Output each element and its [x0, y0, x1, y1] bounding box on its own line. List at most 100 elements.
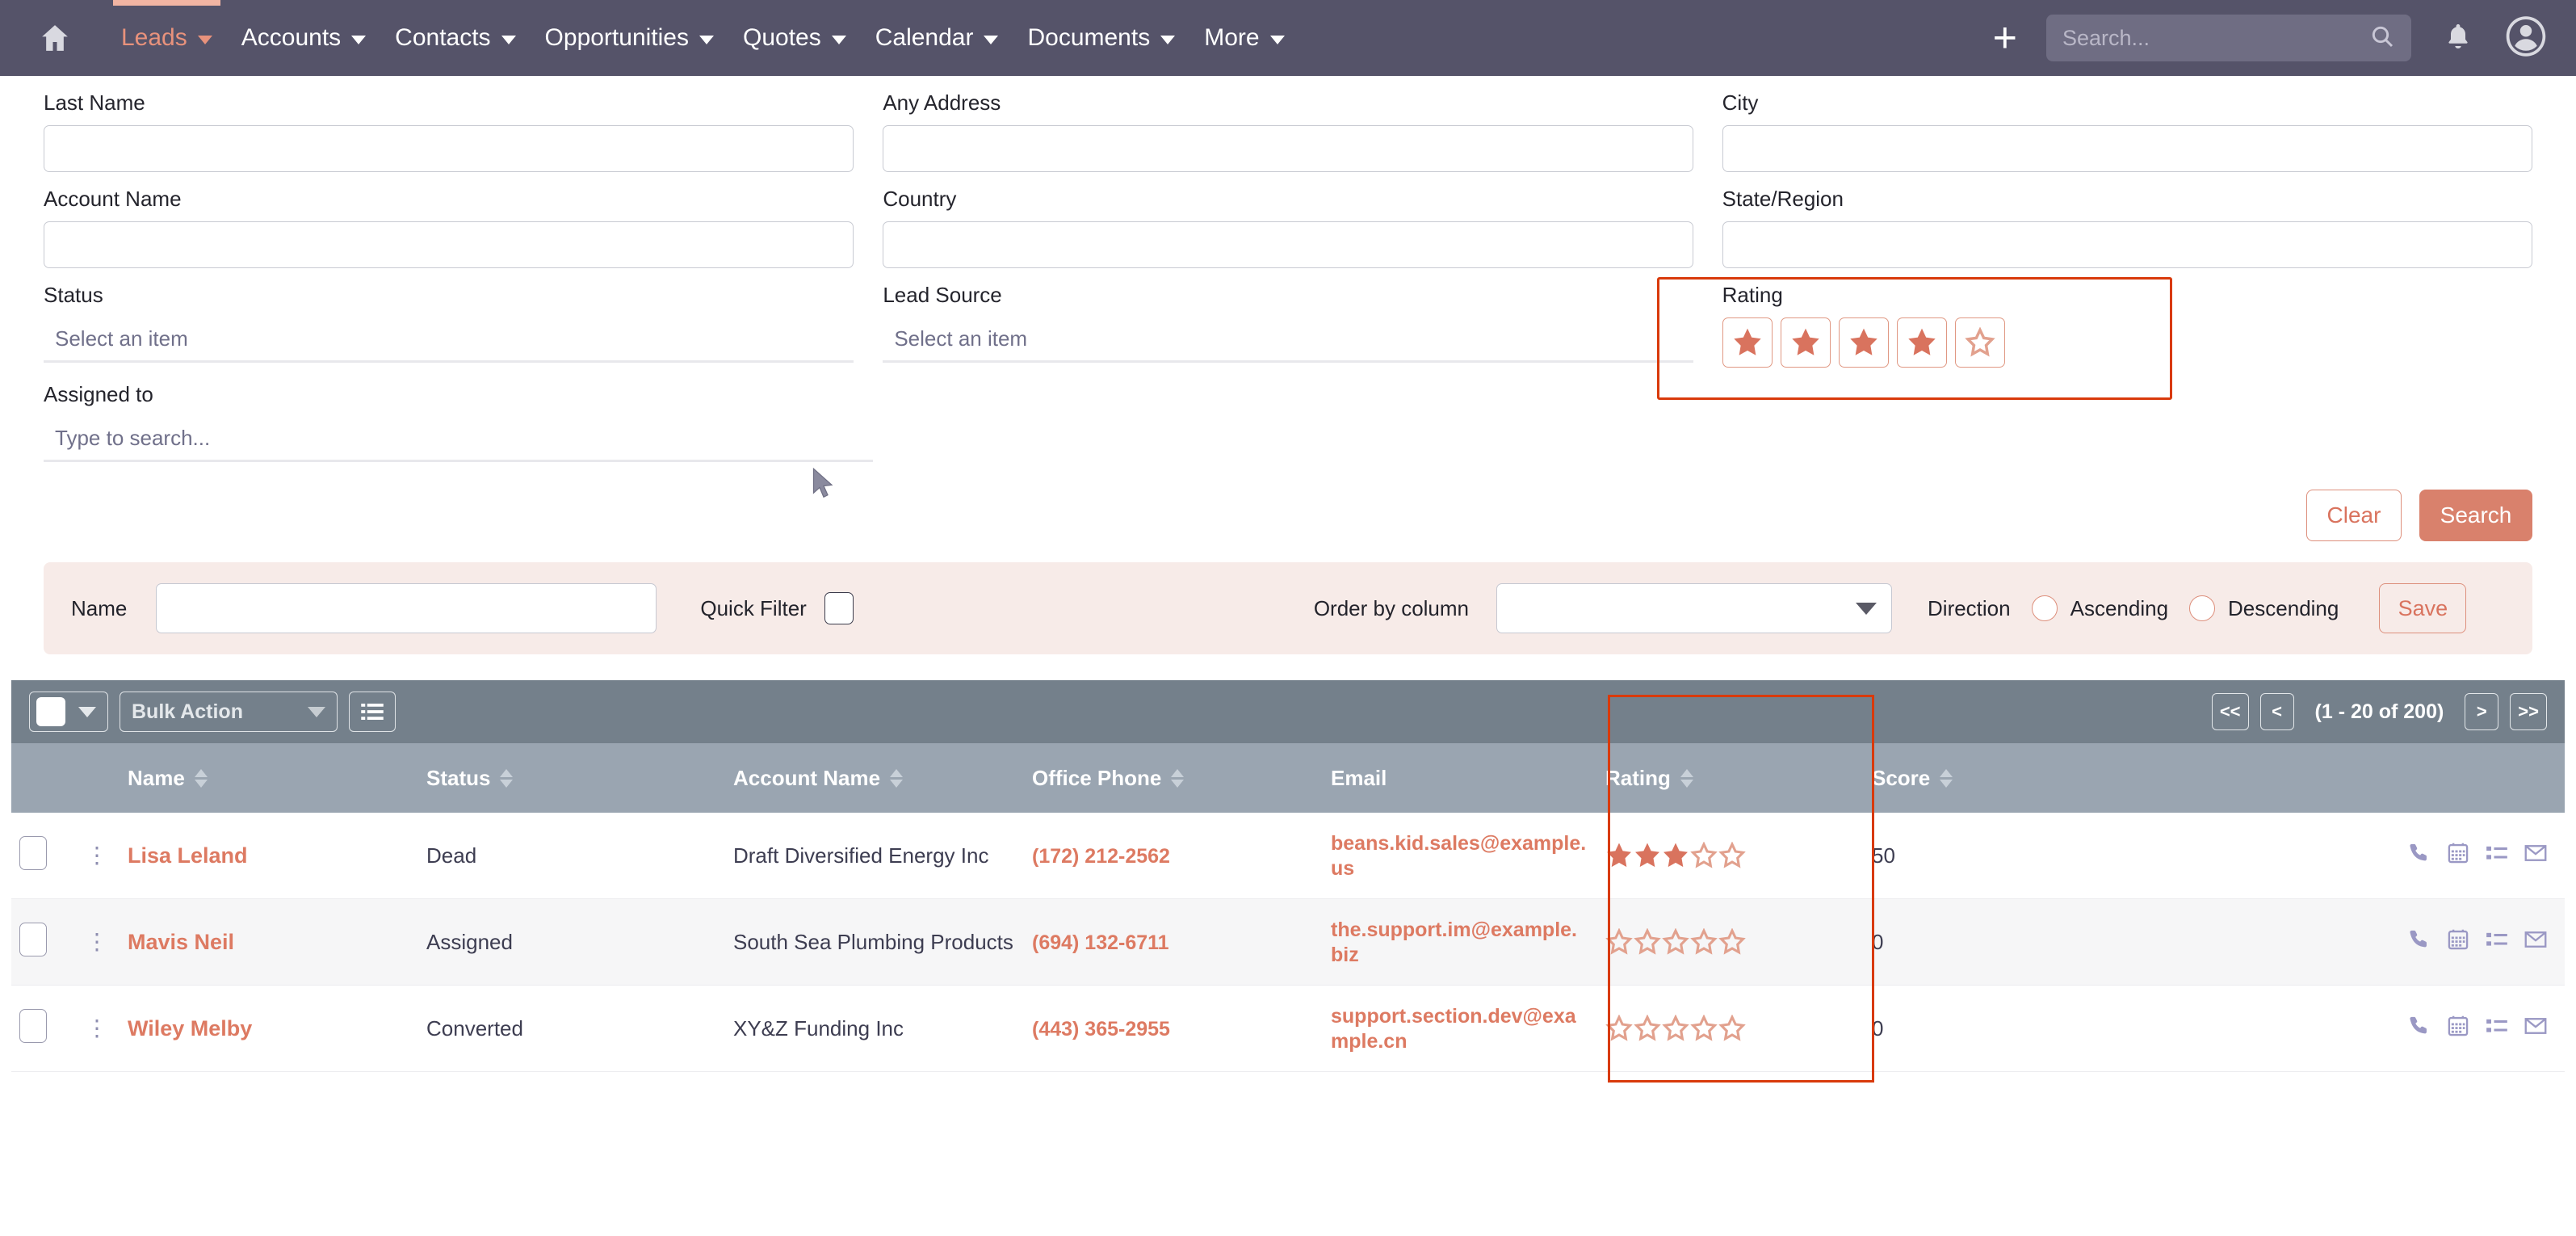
table-body: ⋮ Lisa Leland Dead Draft Diversified Energy… [11, 813, 2565, 1072]
pagination-next-button[interactable]: > [2465, 693, 2499, 730]
bell-icon[interactable] [2444, 22, 2473, 55]
lead-source-select[interactable] [883, 317, 1693, 363]
city-input[interactable] [1722, 125, 2532, 172]
sort-icon[interactable] [1940, 768, 1953, 788]
nav-item-more[interactable]: More [1189, 0, 1298, 76]
envelope-icon[interactable] [2524, 928, 2547, 956]
nav-item-leads[interactable]: Leads [107, 0, 227, 76]
lead-name-link[interactable]: Lisa Leland [128, 843, 248, 868]
nav-item-accounts[interactable]: Accounts [227, 0, 380, 76]
email-link[interactable]: beans.kid.sales@example.us [1331, 832, 1586, 880]
direction-ascending-radio[interactable] [2031, 595, 2058, 621]
task-list-icon[interactable] [2486, 842, 2508, 870]
pagination-first-button[interactable]: << [2211, 693, 2249, 730]
envelope-icon[interactable] [2524, 842, 2547, 870]
rating-star-3[interactable] [1838, 317, 1889, 368]
select-all-checkbox[interactable] [36, 697, 65, 726]
direction-descending-radio[interactable] [2189, 595, 2216, 621]
last-name-input[interactable] [44, 125, 854, 172]
save-search-button[interactable]: Save [2379, 583, 2467, 633]
select-all-dropdown[interactable] [29, 692, 108, 732]
global-search[interactable] [2046, 15, 2411, 61]
phone-icon[interactable] [2408, 842, 2431, 870]
clear-button[interactable]: Clear [2306, 490, 2402, 541]
order-by-column-select[interactable] [1496, 583, 1893, 633]
task-list-icon[interactable] [2486, 1015, 2508, 1043]
column-chooser-button[interactable] [349, 692, 396, 732]
pagination-count: (1 - 20 of 200) [2314, 700, 2444, 723]
row-rating-stars[interactable] [1605, 1015, 1856, 1042]
rating-star-4[interactable] [1896, 317, 1947, 368]
td-name: Wiley Melby [120, 985, 418, 1072]
rating-star-5[interactable] [1954, 317, 2005, 368]
user-avatar-icon[interactable] [2503, 14, 2549, 63]
th-office-phone[interactable]: Office Phone [1024, 743, 1323, 813]
td-name: Mavis Neil [120, 898, 418, 986]
td-account-name: XY&Z Funding Inc [725, 985, 1024, 1072]
calendar-icon[interactable] [2447, 1015, 2469, 1043]
country-input[interactable] [883, 221, 1693, 268]
status-select[interactable] [44, 317, 854, 363]
th-account-name[interactable]: Account Name [725, 743, 1024, 813]
calendar-icon[interactable] [2447, 842, 2469, 870]
row-menu-icon[interactable]: ⋮ [82, 1017, 111, 1041]
task-list-icon[interactable] [2486, 928, 2508, 956]
calendar-icon[interactable] [2447, 928, 2469, 956]
bulk-action-select[interactable]: Bulk Action [120, 692, 338, 732]
sort-icon[interactable] [500, 768, 514, 788]
rating-star-group[interactable] [1722, 317, 2532, 368]
nav-item-opportunities[interactable]: Opportunities [531, 0, 728, 76]
row-rating-stars[interactable] [1605, 928, 1856, 956]
rating-star-1[interactable] [1722, 317, 1773, 368]
th-status-label: Status [426, 765, 491, 790]
pagination-last-button[interactable]: >> [2510, 693, 2547, 730]
lead-name-link[interactable]: Wiley Melby [128, 1016, 252, 1041]
th-rating[interactable]: Rating [1597, 743, 1864, 813]
th-name[interactable]: Name [120, 743, 418, 813]
email-link[interactable]: support.section.dev@example.cn [1331, 1005, 1576, 1053]
row-menu-icon[interactable]: ⋮ [82, 931, 111, 954]
rating-star-2[interactable] [1780, 317, 1831, 368]
nav-item-calendar[interactable]: Calendar [861, 0, 1013, 76]
phone-icon[interactable] [2408, 928, 2431, 956]
sort-icon[interactable] [1680, 768, 1693, 788]
row-checkbox[interactable] [19, 835, 47, 870]
row-rating-stars[interactable] [1605, 842, 1856, 869]
office-phone-link[interactable]: (172) 212-2562 [1032, 845, 1170, 868]
quick-filter-checkbox[interactable] [824, 592, 854, 624]
sort-icon[interactable] [890, 768, 904, 788]
assigned-to-input[interactable] [44, 417, 874, 462]
row-menu-icon[interactable]: ⋮ [82, 844, 111, 868]
state-region-input[interactable] [1722, 221, 2532, 268]
nav-item-contacts[interactable]: Contacts [380, 0, 530, 76]
field-last-name: Last Name [44, 90, 854, 172]
sort-icon[interactable] [1171, 768, 1185, 788]
nav-item-documents[interactable]: Documents [1013, 0, 1189, 76]
th-rating-label: Rating [1605, 765, 1671, 790]
lead-name-link[interactable]: Mavis Neil [128, 930, 234, 954]
th-status[interactable]: Status [418, 743, 725, 813]
pagination-prev-button[interactable]: < [2259, 693, 2294, 730]
row-checkbox[interactable] [19, 1008, 47, 1043]
global-search-input[interactable] [2062, 25, 2369, 51]
phone-icon[interactable] [2408, 1015, 2431, 1043]
nav-item-quotes[interactable]: Quotes [728, 0, 861, 76]
nav-item-label: Leads [121, 24, 187, 51]
filter-name-input[interactable] [156, 583, 657, 633]
row-actions [2138, 1015, 2557, 1043]
ascending-label: Ascending [2070, 595, 2169, 620]
office-phone-link[interactable]: (443) 365-2955 [1032, 1018, 1170, 1041]
email-link[interactable]: the.support.im@example.biz [1331, 919, 1577, 966]
descending-label: Descending [2228, 595, 2339, 620]
envelope-icon[interactable] [2524, 1015, 2547, 1043]
row-checkbox[interactable] [19, 922, 47, 956]
home-icon[interactable] [32, 15, 78, 61]
account-name-input[interactable] [44, 221, 854, 268]
any-address-input[interactable] [883, 125, 1693, 172]
sort-icon[interactable] [194, 768, 208, 788]
search-button[interactable]: Search [2419, 490, 2532, 541]
plus-icon[interactable]: + [1975, 17, 2035, 59]
office-phone-link[interactable]: (694) 132-6711 [1032, 931, 1169, 954]
th-score[interactable]: Score [1864, 743, 2130, 813]
nav-item-label: More [1204, 24, 1260, 51]
